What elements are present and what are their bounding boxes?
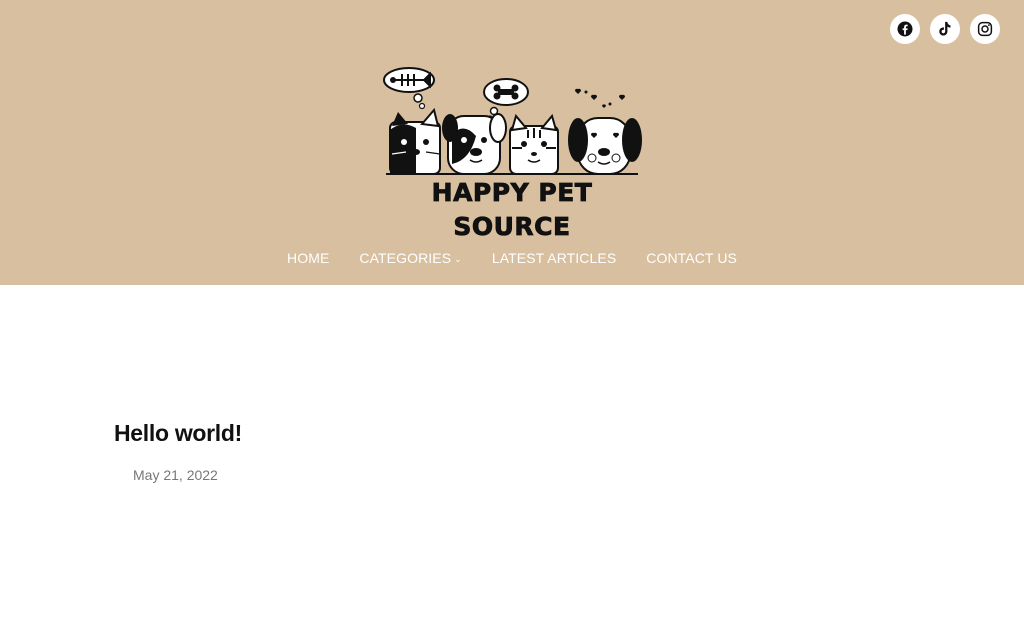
nav-item-label: CONTACT US (646, 250, 737, 266)
nav-item-contact-us[interactable]: CONTACT US (646, 250, 737, 266)
facebook-icon (897, 21, 913, 37)
nav-item-label: CATEGORIES (359, 250, 452, 266)
tiktok-link[interactable] (930, 14, 960, 44)
social-links (890, 14, 1000, 44)
nav-item-label: LATEST ARTICLES (491, 250, 617, 266)
instagram-icon (977, 21, 993, 37)
facebook-link[interactable] (890, 14, 920, 44)
nav-item-categories[interactable]: CATEGORIES ⌄ (359, 250, 461, 266)
post-title[interactable]: Hello world! (114, 420, 242, 447)
main-nav: HOME CATEGORIES ⌄ LATEST ARTICLES CONTAC… (0, 250, 1024, 266)
site-header: HAPPY PET SOURCE HOME CATEGORIES ⌄ LATES… (0, 0, 1024, 285)
instagram-link[interactable] (970, 14, 1000, 44)
nav-item-home[interactable]: HOME (287, 250, 329, 266)
site-name: HAPPY PET SOURCE (431, 178, 593, 242)
tiktok-icon (939, 21, 951, 36)
nav-item-latest-articles[interactable]: LATEST ARTICLES (492, 250, 616, 266)
chevron-down-icon: ⌄ (454, 254, 462, 264)
site-logo[interactable]: HAPPY PET SOURCE (372, 64, 652, 241)
post-date: May 21, 2022 (133, 467, 218, 483)
pets-illustration (383, 67, 642, 175)
nav-item-label: HOME (287, 250, 330, 266)
